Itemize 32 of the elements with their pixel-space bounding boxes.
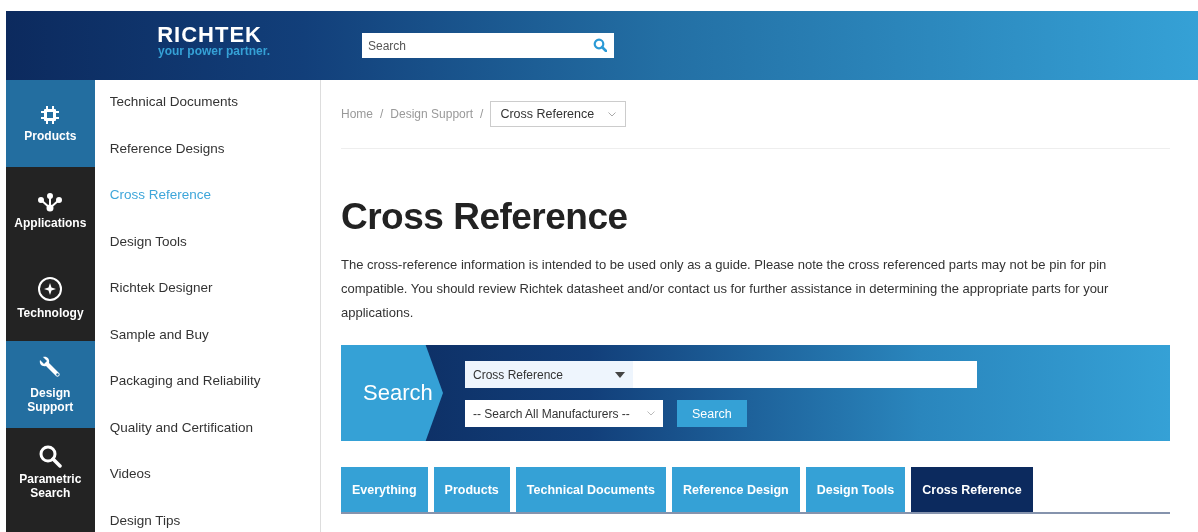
submenu-link[interactable]: Quality and Certification [109, 419, 254, 435]
submenu-link[interactable]: Technical Documents [109, 94, 239, 109]
search-field[interactable]: Search [362, 33, 614, 58]
submenu-link[interactable]: Design Tools [109, 233, 187, 249]
submenu-link[interactable]: Richtek Designer [109, 280, 213, 295]
compass-icon [37, 275, 64, 302]
tagline: your power partner. [157, 43, 270, 58]
submenu-link[interactable]: Reference Designs [109, 140, 225, 156]
nav-rail-item[interactable]: Products [6, 80, 95, 167]
submenu-link[interactable]: Packaging and Reliability [109, 373, 261, 388]
chevron-icon [647, 411, 655, 416]
breadcrumb-separator: / [480, 107, 484, 121]
result-tab[interactable]: Cross Reference [911, 467, 1033, 512]
breadcrumb-dropdown[interactable]: Cross Reference [490, 101, 627, 127]
caret-icon [615, 371, 625, 378]
submenu-link[interactable]: Sample and Buy [109, 326, 209, 342]
manufacturer-dropdown[interactable]: -- Search All Manufacturers -- [465, 400, 663, 427]
nav-rail-item[interactable]: Design Support [6, 341, 95, 428]
search-icon[interactable] [593, 38, 607, 52]
intro-paragraph: The cross-reference information is intended to be used only as a guide. Please note the cross referenced parts may not be pin for pin compatible. You should review Richtek datasheet and/or contact us for further assistance in determining the appropriate parts for your applications. [341, 256, 1110, 322]
network-icon [37, 191, 64, 212]
logo[interactable]: RICHTEK [157, 23, 262, 46]
search-input[interactable] [633, 361, 977, 388]
submenu-link[interactable]: Design Tips [109, 512, 181, 528]
breadcrumb-separator: / [380, 107, 384, 121]
chevron-icon [608, 111, 617, 117]
submenu-link[interactable]: Videos [109, 466, 151, 481]
chip-icon [40, 104, 61, 125]
page-title: Cross Reference [341, 195, 629, 239]
category-dropdown[interactable]: Cross Reference [465, 361, 633, 388]
search-icon [38, 443, 63, 468]
search-label: Search [341, 345, 443, 441]
